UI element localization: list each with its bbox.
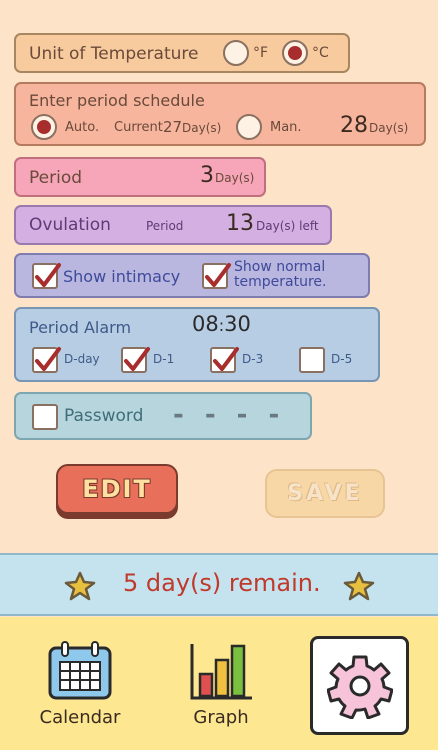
days-remaining-text: 5 day(s) remain.: [123, 569, 321, 597]
password-panel: Password - - - -: [14, 392, 312, 440]
alarm-dday-checkbox[interactable]: [32, 347, 61, 373]
show-temperature-label-line2: temperature.: [234, 274, 327, 290]
auto-label: Auto.: [65, 120, 100, 135]
auto-radio[interactable]: [31, 114, 57, 140]
edit-button[interactable]: EDIT: [56, 464, 178, 514]
alarm-d1-checkbox[interactable]: [121, 347, 150, 373]
calendar-icon: [48, 641, 112, 700]
alarm-time[interactable]: 08:30: [192, 312, 251, 336]
star-icon: [64, 571, 96, 601]
temperature-unit-label: Unit of Temperature: [29, 44, 199, 64]
ovulation-unit: Day(s) left: [256, 219, 319, 233]
password-label: Password: [64, 406, 144, 426]
ovulation-label: Ovulation: [29, 215, 111, 235]
check-icon: [205, 263, 231, 287]
alarm-d5-checkbox[interactable]: [299, 347, 325, 373]
ovulation-sub-label: Period: [146, 219, 184, 233]
alarm-d3-checkbox[interactable]: [210, 347, 239, 373]
nav-calendar[interactable]: Calendar: [30, 640, 130, 728]
manual-unit: Day(s): [369, 121, 409, 135]
period-panel[interactable]: Period 3 Day(s): [14, 157, 266, 197]
period-value: 3: [200, 163, 214, 188]
manual-radio[interactable]: [236, 114, 262, 140]
alarm-dday-label: D-day: [64, 352, 100, 366]
ovulation-panel[interactable]: Ovulation Period 13 Day(s) left: [14, 205, 332, 245]
show-options-panel: Show intimacy Show normal temperature.: [14, 253, 370, 298]
temperature-unit-panel: Unit of Temperature °F °C: [14, 33, 350, 73]
period-schedule-panel: Enter period schedule Auto. Current 27 D…: [14, 82, 426, 146]
manual-label: Man.: [270, 120, 302, 135]
celsius-radio[interactable]: [282, 40, 308, 66]
nav-settings[interactable]: [310, 636, 409, 735]
current-value: 27: [163, 118, 183, 136]
bar-chart-icon: [190, 644, 252, 700]
show-intimacy-checkbox[interactable]: [32, 263, 61, 289]
schedule-title: Enter period schedule: [29, 91, 205, 110]
celsius-label: °C: [312, 45, 329, 61]
period-unit: Day(s): [215, 171, 255, 185]
check-icon: [35, 347, 61, 371]
period-alarm-panel: Period Alarm 08:30 D-day D-1 D-3 D-5: [14, 307, 380, 382]
password-input[interactable]: - - - -: [173, 400, 285, 430]
check-icon: [213, 347, 239, 371]
fahrenheit-radio[interactable]: [223, 40, 249, 66]
check-icon: [35, 263, 61, 287]
check-icon: [124, 347, 150, 371]
nav-graph[interactable]: Graph: [171, 640, 271, 728]
alarm-d5-label: D-5: [331, 352, 353, 366]
fahrenheit-label: °F: [253, 45, 269, 61]
alarm-minute: 30: [224, 312, 251, 336]
current-unit: Day(s): [182, 121, 222, 135]
ovulation-value: 13: [226, 211, 254, 236]
gear-icon: [327, 655, 393, 719]
star-icon: [343, 571, 375, 601]
show-temperature-label-line1: Show normal: [234, 259, 326, 275]
current-label: Current: [114, 120, 163, 135]
calendar-label: Calendar: [39, 707, 121, 728]
alarm-title: Period Alarm: [29, 318, 132, 337]
show-temperature-checkbox[interactable]: [202, 263, 231, 289]
alarm-hour: 08: [192, 312, 219, 336]
alarm-d3-label: D-3: [242, 352, 264, 366]
graph-label: Graph: [193, 707, 249, 728]
save-button[interactable]: SAVE: [265, 469, 385, 518]
days-remaining-banner: 5 day(s) remain.: [0, 553, 438, 616]
password-checkbox[interactable]: [32, 404, 58, 430]
show-intimacy-label: Show intimacy: [63, 267, 181, 286]
alarm-d1-label: D-1: [153, 352, 175, 366]
manual-value[interactable]: 28: [340, 113, 368, 138]
period-label: Period: [29, 168, 83, 188]
